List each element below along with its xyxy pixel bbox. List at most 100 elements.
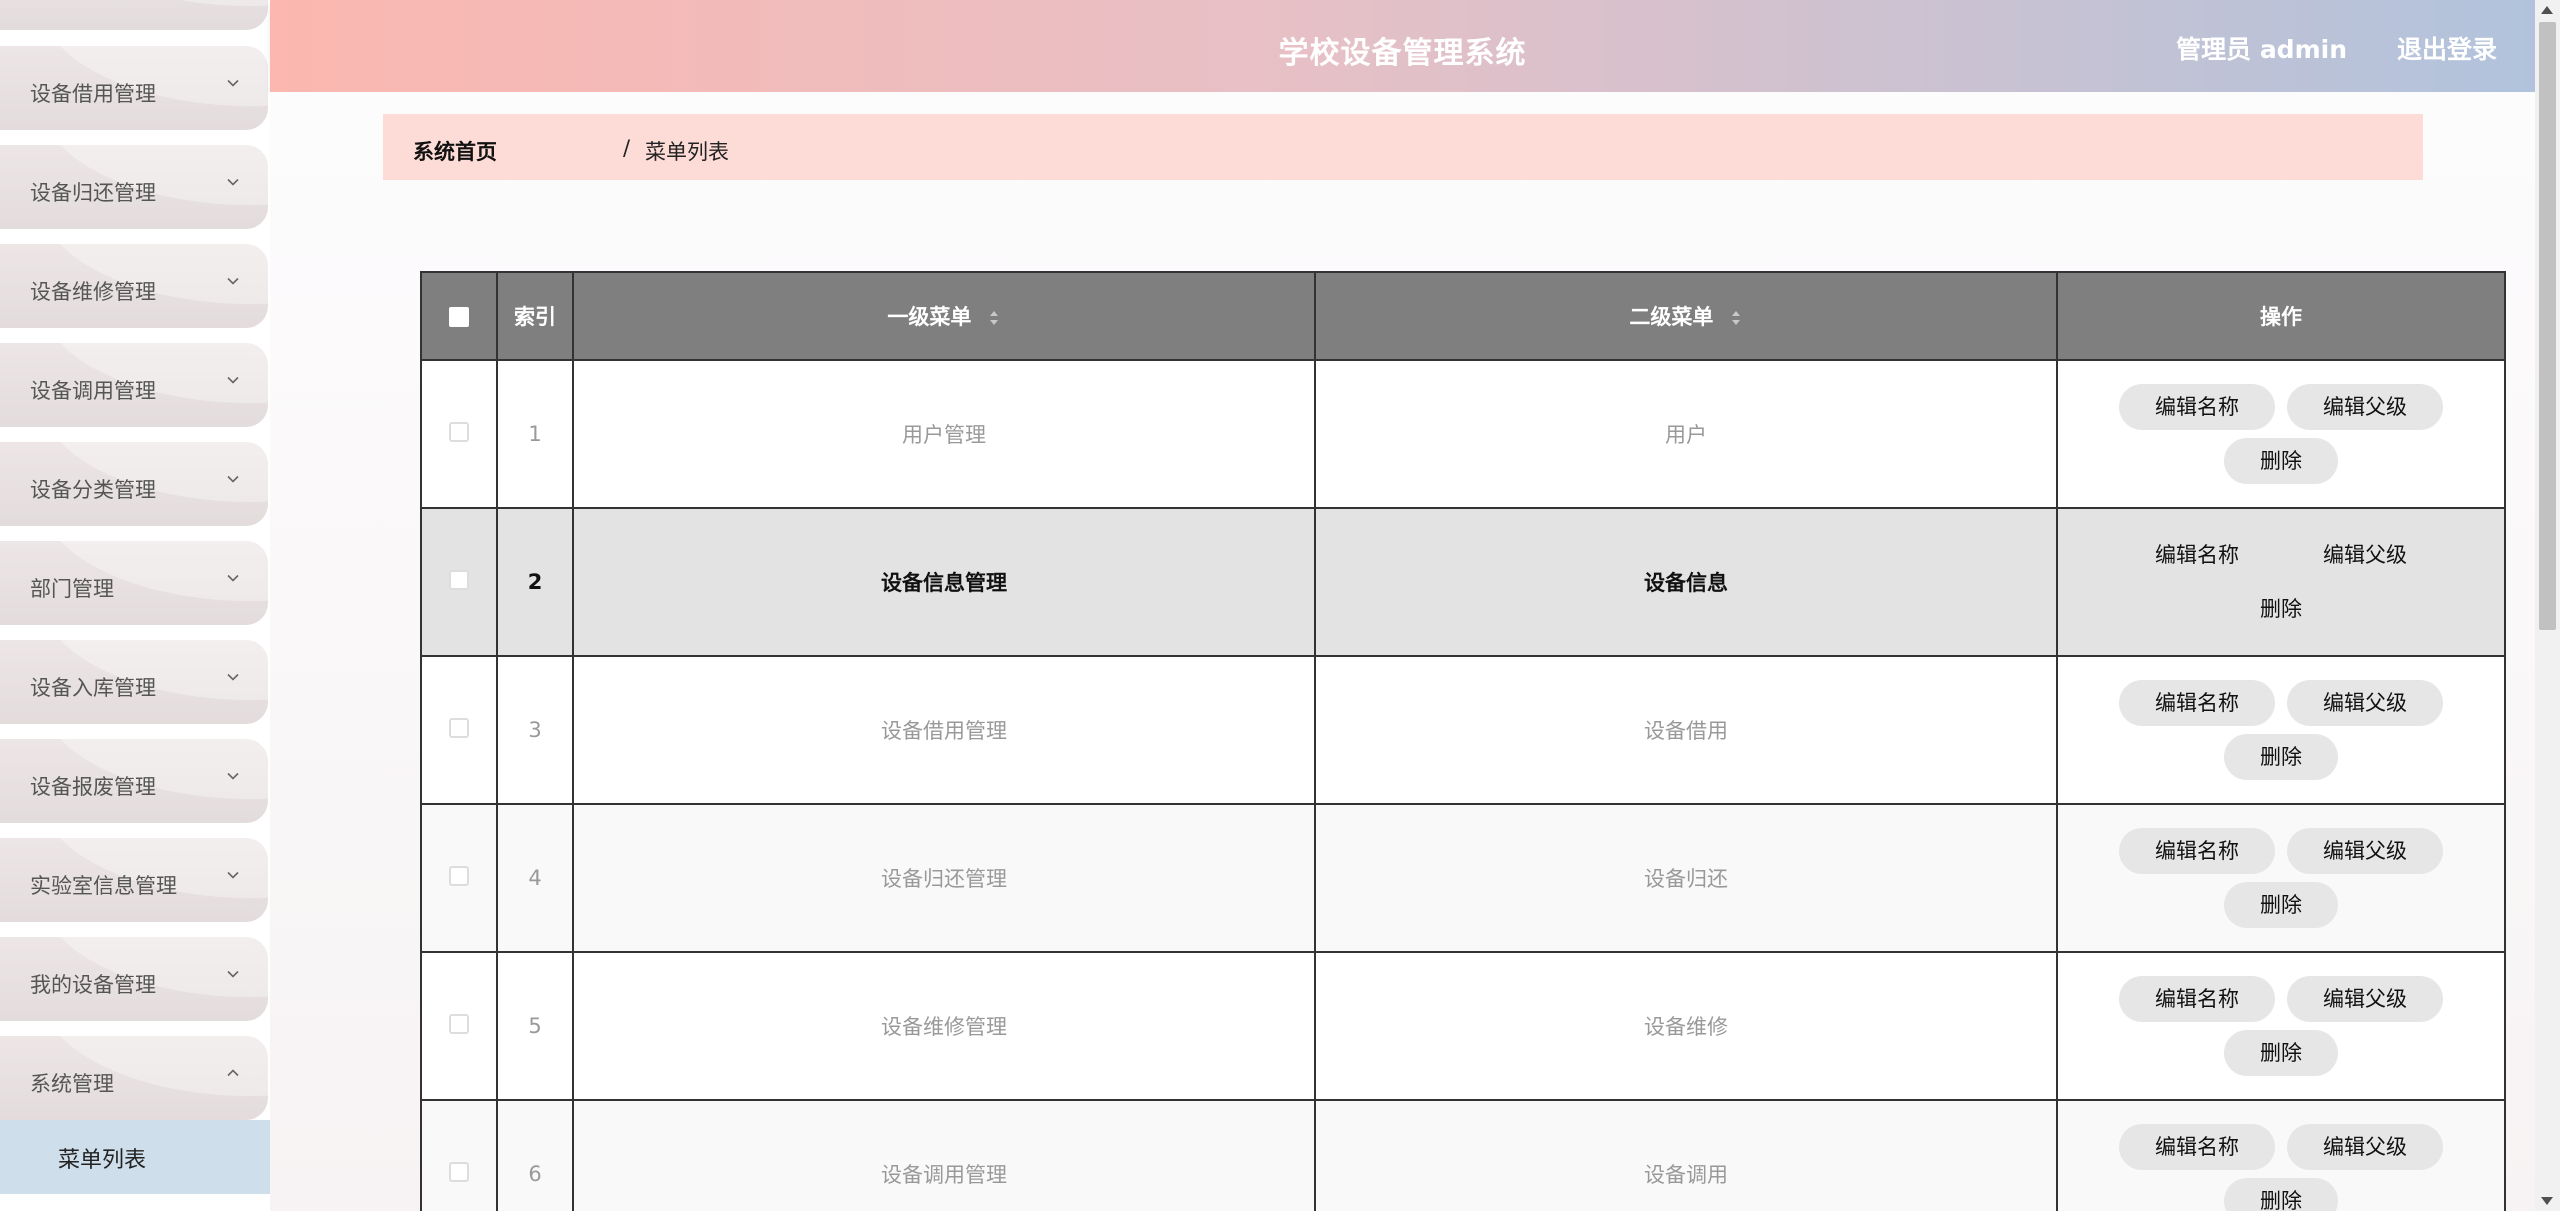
edit-name-button[interactable]: 编辑名称 (2119, 680, 2275, 726)
table-row: 1 用户管理 用户 编辑名称 编辑父级删除 (420, 359, 2506, 509)
row-checkbox[interactable] (449, 1161, 469, 1182)
scroll-up-icon[interactable] (2541, 6, 2553, 14)
edit-name-button[interactable]: 编辑名称 (2119, 532, 2275, 578)
level1-cell: 设备借用管理 (572, 655, 1316, 805)
row-select-cell (420, 507, 498, 657)
delete-button[interactable]: 删除 (2224, 438, 2338, 484)
delete-button[interactable]: 删除 (2224, 1178, 2338, 1211)
chevron-down-icon (226, 274, 240, 288)
sidebar-item-repair[interactable]: 设备维修管理 (0, 244, 268, 328)
select-all-cell (420, 271, 498, 361)
breadcrumb-home[interactable]: 系统首页 (413, 136, 497, 166)
row-checkbox[interactable] (449, 717, 469, 738)
actions-cell: 编辑名称 编辑父级删除 (2056, 655, 2506, 805)
delete-button[interactable]: 删除 (2224, 1030, 2338, 1076)
level1-cell: 设备维修管理 (572, 951, 1316, 1101)
select-all-checkbox[interactable] (449, 307, 469, 327)
column-header-index: 索引 (496, 271, 574, 361)
chevron-down-icon (226, 571, 240, 585)
sidebar-item-system[interactable]: 系统管理 (0, 1036, 268, 1120)
sort-icon[interactable] (1729, 308, 1743, 328)
edit-parent-button[interactable]: 编辑父级 (2287, 828, 2443, 874)
index-cell: 3 (496, 655, 574, 805)
chevron-down-icon (226, 472, 240, 486)
row-checkbox[interactable] (449, 569, 469, 590)
table-row: 3 设备借用管理 设备借用 编辑名称 编辑父级 删除 (420, 655, 2506, 805)
actions-cell: 编辑名称 编辑父级删除 (2056, 507, 2506, 657)
edit-parent-button[interactable]: 编辑父级 (2287, 1124, 2443, 1170)
sidebar-item-scrap[interactable]: 设备报废管理 (0, 739, 268, 823)
row-checkbox[interactable] (449, 421, 469, 442)
index-cell: 1 (496, 359, 574, 509)
edit-parent-button[interactable]: 编辑父级 (2287, 976, 2443, 1022)
row-select-cell (420, 655, 498, 805)
sidebar-item-label: 设备报废管理 (30, 775, 156, 799)
chevron-down-icon (226, 769, 240, 783)
sidebar-item-stock-in[interactable]: 设备入库管理 (0, 640, 268, 724)
actions-cell: 编辑名称 编辑父级删除 (2056, 359, 2506, 509)
menu-table: 索引 一级菜单 二级菜单 操作 1 用户管理 用户 编辑名称 编辑父级 删除 2… (420, 271, 2506, 1211)
top-header: 学校设备管理系统 管理员 admin 退出登录 (270, 0, 2535, 92)
column-header-level1[interactable]: 一级菜单 (572, 271, 1316, 361)
sidebar-item-category[interactable]: 设备分类管理 (0, 442, 268, 526)
sidebar-item-label: 设备调用管理 (30, 379, 156, 403)
chevron-up-icon (226, 1066, 240, 1080)
table-row: 4 设备归还管理 设备归还 编辑名称 编辑父级 删除 (420, 803, 2506, 953)
delete-button[interactable]: 删除 (2224, 882, 2338, 928)
level1-cell: 设备信息管理 (572, 507, 1316, 657)
sidebar: 设备借用管理 设备归还管理 设备维修管理 设备调用管理 设备分类管理 部门管理 … (0, 0, 270, 1211)
chevron-down-icon (226, 373, 240, 387)
scrollbar-thumb[interactable] (2539, 22, 2556, 630)
row-select-cell (420, 803, 498, 953)
level2-cell: 用户 (1314, 359, 2058, 509)
index-cell: 5 (496, 951, 574, 1101)
breadcrumb: 系统首页 / 菜单列表 (383, 114, 2423, 180)
delete-button[interactable]: 删除 (2224, 734, 2338, 780)
sidebar-item-label: 系统管理 (30, 1072, 114, 1096)
actions-cell: 编辑名称 编辑父级删除 (2056, 1099, 2506, 1211)
sidebar-item-label: 部门管理 (30, 577, 114, 601)
vertical-scrollbar[interactable] (2535, 0, 2560, 1211)
sort-icon[interactable] (987, 308, 1001, 328)
sidebar-item-lab[interactable]: 实验室信息管理 (0, 838, 268, 922)
chevron-down-icon (226, 76, 240, 90)
main-content: 系统首页 / 菜单列表 索引 一级菜单 二级菜单 操作 1 用户管理 用户 编辑… (270, 92, 2535, 1211)
column-header-level2[interactable]: 二级菜单 (1314, 271, 2058, 361)
sidebar-item-label: 设备维修管理 (30, 280, 156, 304)
actions-cell: 编辑名称 编辑父级删除 (2056, 951, 2506, 1101)
level1-cell: 用户管理 (572, 359, 1316, 509)
breadcrumb-separator: / (623, 136, 631, 160)
table-header-row: 索引 一级菜单 二级菜单 操作 (420, 271, 2506, 361)
level2-cell: 设备调用 (1314, 1099, 2058, 1211)
level2-cell: 设备维修 (1314, 951, 2058, 1101)
sidebar-item-partial[interactable] (0, 0, 268, 30)
chevron-down-icon (226, 175, 240, 189)
table-row: 2 设备信息管理 设备信息 编辑名称 编辑父级 删除 (420, 507, 2506, 657)
edit-parent-button[interactable]: 编辑父级 (2287, 384, 2443, 430)
sidebar-item-department[interactable]: 部门管理 (0, 541, 268, 625)
logout-link[interactable]: 退出登录 (2397, 30, 2497, 66)
sidebar-item-transfer[interactable]: 设备调用管理 (0, 343, 268, 427)
column-header-actions: 操作 (2056, 271, 2506, 361)
scroll-down-icon[interactable] (2541, 1197, 2553, 1205)
sidebar-item-label: 设备分类管理 (30, 478, 156, 502)
edit-name-button[interactable]: 编辑名称 (2119, 828, 2275, 874)
sidebar-item-label: 实验室信息管理 (30, 874, 177, 898)
edit-parent-button[interactable]: 编辑父级 (2287, 532, 2443, 578)
sidebar-item-borrow[interactable]: 设备借用管理 (0, 46, 268, 130)
delete-button[interactable]: 删除 (2224, 586, 2338, 632)
sidebar-item-my-devices[interactable]: 我的设备管理 (0, 937, 268, 1021)
edit-name-button[interactable]: 编辑名称 (2119, 1124, 2275, 1170)
edit-name-button[interactable]: 编辑名称 (2119, 384, 2275, 430)
edit-name-button[interactable]: 编辑名称 (2119, 976, 2275, 1022)
sidebar-item-label: 设备入库管理 (30, 676, 156, 700)
row-checkbox[interactable] (449, 1013, 469, 1034)
sidebar-item-return[interactable]: 设备归还管理 (0, 145, 268, 229)
table-row: 5 设备维修管理 设备维修 编辑名称 编辑父级删除 (420, 951, 2506, 1101)
level2-cell: 设备归还 (1314, 803, 2058, 953)
row-checkbox[interactable] (449, 865, 469, 886)
row-select-cell (420, 359, 498, 509)
sidebar-subitem-menu-list[interactable]: 菜单列表 (0, 1120, 270, 1194)
edit-parent-button[interactable]: 编辑父级 (2287, 680, 2443, 726)
chevron-down-icon (226, 868, 240, 882)
